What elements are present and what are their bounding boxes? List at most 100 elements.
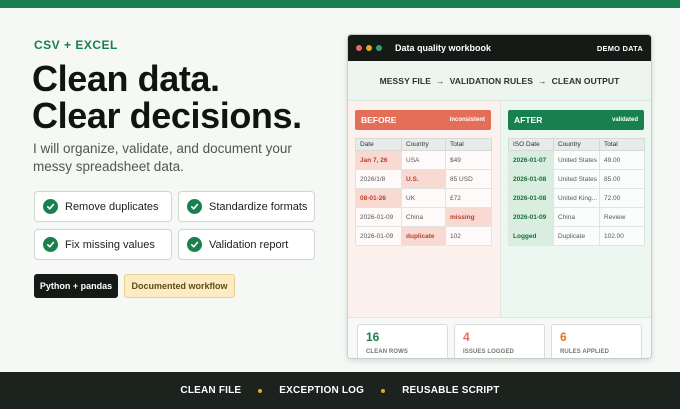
- headline-line-1: Clean data.: [32, 58, 220, 99]
- after-header: AFTER validated: [508, 110, 644, 130]
- table-cell: United King...: [553, 188, 600, 208]
- workbook-window: Data quality workbook DEMO DATA MESSY FI…: [347, 34, 652, 359]
- window-titlebar: Data quality workbook DEMO DATA: [348, 35, 651, 61]
- table-row: 08-01-26 UK £72: [355, 188, 492, 208]
- arrow-icon: →: [538, 75, 547, 86]
- deliverable-exception-log: EXCEPTION LOG: [279, 385, 365, 396]
- comparison-panes: BEFORE inconsistent Date Country Total J…: [348, 101, 651, 317]
- table-cell: Duplicate: [553, 226, 600, 246]
- before-heading: BEFORE: [361, 115, 397, 125]
- table-row: 2026-01-08 United King... 72.00: [508, 188, 645, 208]
- table-cell: UK: [401, 188, 446, 208]
- table-cell: 2026-01-09: [355, 226, 402, 246]
- subhead: I will organize, validate, and document …: [33, 141, 292, 174]
- table-row: 2026-01-09 China Review: [508, 207, 645, 227]
- table-cell: China: [553, 207, 600, 227]
- feature-fix-missing-values: Fix missing values: [34, 229, 172, 260]
- before-header: BEFORE inconsistent: [355, 110, 491, 130]
- table-cell: United States: [553, 169, 600, 189]
- arrow-icon: →: [435, 75, 445, 86]
- table-header-row: ISO Date Country Total: [508, 138, 645, 151]
- top-accent-bar: [0, 0, 680, 8]
- table-cell: 08-01-26: [355, 188, 402, 208]
- check-icon: [187, 237, 202, 252]
- table-cell: United States: [553, 150, 600, 170]
- stat-label: ISSUES LOGGED: [463, 349, 514, 355]
- feature-label: Standardize formats: [209, 200, 308, 213]
- feature-remove-duplicates: Remove duplicates: [34, 191, 172, 222]
- tag-python-pandas: Python + pandas: [34, 274, 118, 298]
- table-cell: 2026/1/8: [355, 169, 402, 189]
- before-tag: inconsistent: [449, 117, 485, 123]
- tag-documented-workflow: Documented workflow: [124, 274, 235, 298]
- deliverable-clean-file: CLEAN FILE: [180, 385, 242, 396]
- check-icon: [187, 199, 202, 214]
- column-header: Country: [553, 138, 600, 151]
- bullet-icon: [258, 388, 263, 393]
- feature-standardize-formats: Standardize formats: [178, 191, 315, 222]
- flow-step-validation-rules: VALIDATION RULES: [449, 75, 534, 86]
- table-cell: 2026-01-07: [508, 150, 554, 170]
- stat-label: CLEAN ROWS: [366, 349, 408, 355]
- window-title: Data quality workbook: [395, 43, 492, 53]
- stat-clean-rows: 16 CLEAN ROWS: [357, 324, 448, 358]
- process-flow: MESSY FILE → VALIDATION RULES → CLEAN OU…: [348, 61, 651, 101]
- stat-value: 16: [366, 330, 380, 344]
- before-table: Date Country Total Jan 7, 26 USA $49 202…: [355, 138, 492, 246]
- yellow-dot-icon: [366, 45, 372, 51]
- column-header: Country: [401, 138, 446, 151]
- table-cell: 49.00: [599, 150, 645, 170]
- deliverables-bar: CLEAN FILE EXCEPTION LOG REUSABLE SCRIPT: [0, 372, 680, 409]
- check-icon: [43, 237, 58, 252]
- table-cell: 85.00: [599, 169, 645, 189]
- table-row: 2026-01-08 United States 85.00: [508, 169, 645, 189]
- table-cell: 102.00: [599, 226, 645, 246]
- table-cell: duplicate: [401, 226, 446, 246]
- table-cell: 72.00: [599, 188, 645, 208]
- stat-issues-logged: 4 ISSUES LOGGED: [454, 324, 545, 358]
- deliverable-reusable-script: REUSABLE SCRIPT: [402, 385, 500, 396]
- stat-label: RULES APPLIED: [560, 349, 610, 355]
- headline-line-2: Clear decisions.: [32, 95, 302, 136]
- stat-value: 4: [463, 330, 470, 344]
- table-cell: 102: [445, 226, 492, 246]
- table-cell: £72: [445, 188, 492, 208]
- bullet-icon: [381, 388, 386, 393]
- table-row: 2026-01-07 United States 49.00: [508, 150, 645, 170]
- after-table: ISO Date Country Total 2026-01-07 United…: [508, 138, 645, 246]
- table-cell: Review: [599, 207, 645, 227]
- table-cell: 2026-01-08: [508, 188, 554, 208]
- feature-label: Remove duplicates: [65, 200, 159, 213]
- check-icon: [43, 199, 58, 214]
- table-cell: USA: [401, 150, 446, 170]
- table-cell: 85 USD: [445, 169, 492, 189]
- table-cell: 2026-01-08: [508, 169, 554, 189]
- column-header: Total: [445, 138, 492, 151]
- table-cell: Logged: [508, 226, 554, 246]
- table-row: Logged Duplicate 102.00: [508, 226, 645, 246]
- after-pane: AFTER validated ISO Date Country Total 2…: [500, 101, 651, 317]
- red-dot-icon: [356, 45, 362, 51]
- column-header: Total: [599, 138, 645, 151]
- flow-step-clean-output: CLEAN OUTPUT: [551, 75, 620, 86]
- table-cell: U.S.: [401, 169, 446, 189]
- before-pane: BEFORE inconsistent Date Country Total J…: [348, 101, 500, 317]
- table-cell: $49: [445, 150, 492, 170]
- table-row: 2026-01-09 China missing: [355, 207, 492, 227]
- eyebrow-label: CSV + EXCEL: [34, 38, 118, 52]
- table-header-row: Date Country Total: [355, 138, 492, 151]
- feature-label: Fix missing values: [65, 238, 155, 251]
- stats-strip: 16 CLEAN ROWS 4 ISSUES LOGGED 6 RULES AP…: [348, 317, 651, 358]
- flow-step-messy-file: MESSY FILE: [379, 75, 431, 86]
- table-row: 2026-01-09 duplicate 102: [355, 226, 492, 246]
- table-row: Jan 7, 26 USA $49: [355, 150, 492, 170]
- stat-rules-applied: 6 RULES APPLIED: [551, 324, 642, 358]
- table-cell: China: [401, 207, 446, 227]
- stat-value: 6: [560, 330, 567, 344]
- table-cell: 2026-01-09: [508, 207, 554, 227]
- feature-label: Validation report: [209, 238, 289, 251]
- table-row: 2026/1/8 U.S. 85 USD: [355, 169, 492, 189]
- after-heading: AFTER: [514, 115, 543, 125]
- column-header: ISO Date: [508, 138, 554, 151]
- after-tag: validated: [611, 117, 638, 123]
